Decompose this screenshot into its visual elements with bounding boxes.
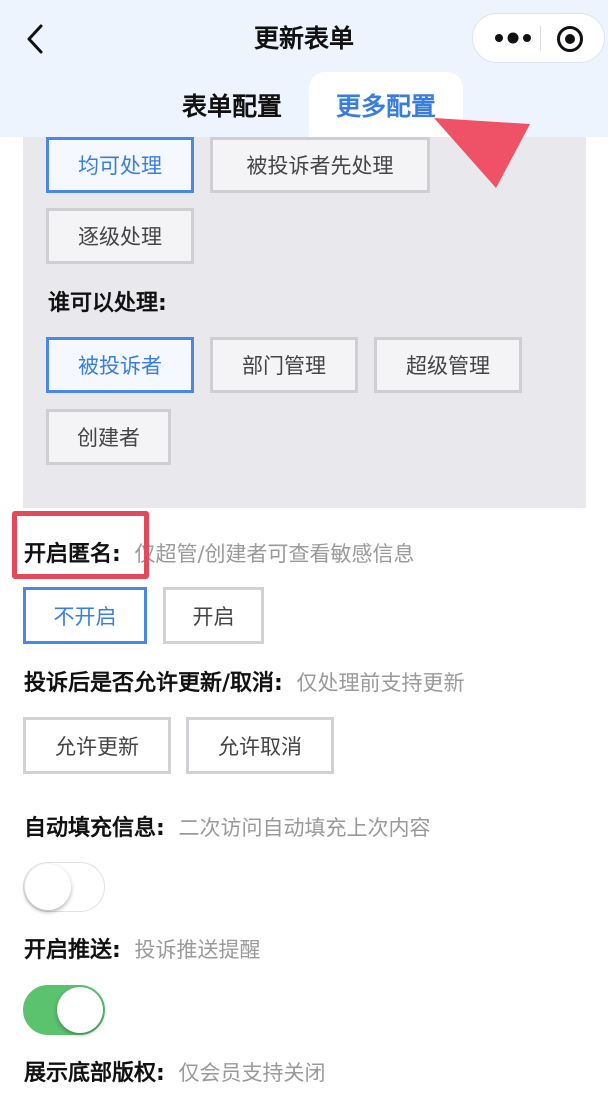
more-dots-icon[interactable] — [488, 14, 538, 62]
allow-update-label-text: 投诉后是否允许更新/取消: — [24, 671, 283, 696]
option-complainee[interactable]: 被投诉者 — [46, 337, 194, 393]
toggle-knob — [57, 987, 103, 1033]
copyright-label: 展示底部版权: 仅会员支持关闭 — [24, 1055, 325, 1087]
push-label: 开启推送: 投诉推送提醒 — [24, 932, 260, 964]
option-allow-cancel[interactable]: 允许取消 — [186, 717, 334, 774]
autofill-label-text: 自动填充信息: — [24, 816, 165, 841]
option-creator[interactable]: 创建者 — [46, 409, 171, 465]
autofill-hint: 二次访问自动填充上次内容 — [178, 816, 431, 840]
tab-form-config[interactable]: 表单配置 — [162, 72, 302, 137]
mini-program-capsule — [472, 13, 605, 63]
push-label-text: 开启推送: — [24, 938, 121, 963]
autofill-label: 自动填充信息: 二次访问自动填充上次内容 — [24, 810, 430, 842]
option-allow-update[interactable]: 允许更新 — [23, 717, 171, 774]
allow-update-hint: 仅处理前支持更新 — [296, 671, 465, 695]
copyright-label-text: 展示底部版权: — [24, 1061, 165, 1086]
push-hint: 投诉推送提醒 — [134, 938, 261, 962]
toggle-knob — [25, 864, 71, 910]
autofill-toggle[interactable] — [23, 862, 105, 912]
target-icon[interactable] — [556, 25, 584, 53]
annotation-highlight-box — [12, 511, 149, 579]
annotation-arrow — [434, 118, 530, 188]
capsule-divider — [540, 26, 541, 51]
option-super-admin[interactable]: 超级管理 — [374, 337, 522, 393]
option-dept-admin[interactable]: 部门管理 — [210, 337, 358, 393]
push-toggle[interactable] — [23, 985, 105, 1035]
anonymous-hint: 仅超管/创建者可查看敏感信息 — [134, 542, 415, 566]
handling-panel: 均可处理 被投诉者先处理 逐级处理 谁可以处理: 被投诉者 部门管理 超级管理 … — [23, 137, 586, 508]
who-can-handle-label: 谁可以处理: — [48, 291, 167, 316]
copyright-hint: 仅会员支持关闭 — [178, 1061, 326, 1085]
option-anonymous-off[interactable]: 不开启 — [23, 587, 147, 644]
option-handle-any[interactable]: 均可处理 — [46, 137, 194, 193]
option-handle-complainee-first[interactable]: 被投诉者先处理 — [210, 137, 430, 193]
allow-update-label: 投诉后是否允许更新/取消: 仅处理前支持更新 — [24, 665, 465, 697]
option-handle-escalate[interactable]: 逐级处理 — [46, 208, 194, 264]
page: 更新表单 表单配置 更多配置 均可处理 被投诉者先处理 逐级处理 谁可以处理: … — [0, 0, 608, 1102]
option-anonymous-on[interactable]: 开启 — [163, 587, 264, 644]
